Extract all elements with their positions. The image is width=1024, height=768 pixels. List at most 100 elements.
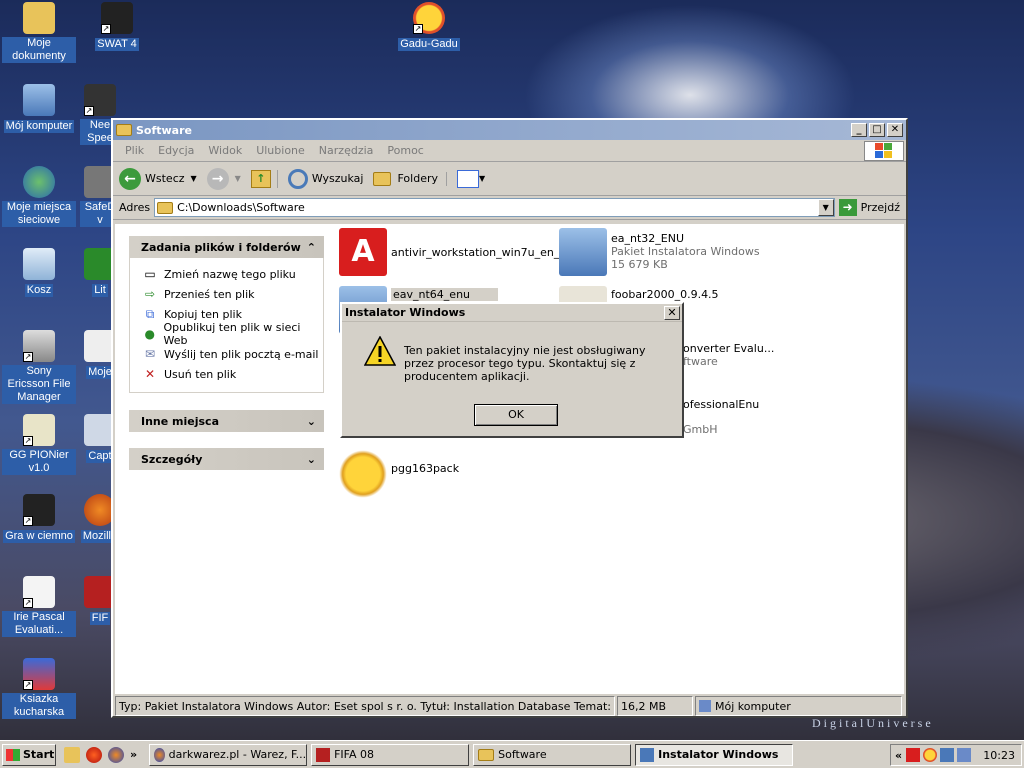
- folders-label: Foldery: [397, 172, 438, 185]
- quick-launch: »: [64, 746, 143, 763]
- desktop-icon-gg-pionier[interactable]: ↗ GG PIONier v1.0: [2, 414, 76, 475]
- search-button[interactable]: Wyszukaj: [287, 168, 364, 189]
- status-bar: Typ: Pakiet Instalatora Windows Autor: E…: [115, 696, 904, 716]
- copy-icon: ⧉: [145, 306, 155, 321]
- firefox-icon: [154, 747, 165, 762]
- other-places-header[interactable]: Inne miejsca ⌄: [129, 410, 324, 432]
- menu-help[interactable]: Pomoc: [387, 144, 423, 157]
- task-label: Zmień nazwę tego pliku: [164, 267, 296, 281]
- folder-up-icon: ↑: [250, 169, 271, 188]
- desktop-icon-label: Sony Ericsson File Manager: [2, 365, 76, 404]
- windows-logo-icon: [6, 748, 20, 761]
- explorer-titlebar[interactable]: Software _ □ ✕: [113, 120, 906, 140]
- delete-x-icon: ✕: [144, 367, 156, 381]
- maximize-button[interactable]: □: [869, 123, 885, 137]
- go-button[interactable]: ➜ Przejdź: [838, 199, 900, 216]
- network-globe-icon: [23, 166, 55, 198]
- gadu-gadu-tray-icon[interactable]: [923, 748, 938, 762]
- task-email[interactable]: ✉ Wyślij ten plik pocztą e-mail: [142, 344, 323, 364]
- desktop-icon-label: Irie Pascal Evaluati...: [2, 611, 76, 637]
- windows-logo-icon: [864, 141, 904, 161]
- file-tasks-title: Zadania plików i folderów: [141, 240, 301, 254]
- search-label: Wyszukaj: [311, 172, 364, 185]
- address-value: C:\Downloads\Software: [177, 201, 305, 214]
- desktop-icon-recycle-bin[interactable]: Kosz: [2, 248, 76, 297]
- dialog-close-button[interactable]: ✕: [664, 305, 680, 320]
- chevron-right-icon[interactable]: »: [130, 748, 137, 761]
- quicklaunch-browser-icon[interactable]: [86, 746, 102, 763]
- search-icon: [287, 168, 308, 189]
- menu-file[interactable]: Plik: [125, 144, 144, 157]
- file-item[interactable]: onverter Evalu... ftware: [683, 342, 774, 368]
- taskbar-task-software[interactable]: Software: [473, 743, 632, 766]
- volume-icon[interactable]: [957, 748, 972, 762]
- file-item[interactable]: ofessionalEnu GmbH: [683, 396, 759, 436]
- expand-icon[interactable]: ⌄: [307, 415, 316, 428]
- file-item[interactable]: ea_nt32_ENU Pakiet Instalatora Windows 1…: [559, 228, 760, 276]
- taskbar-task-firefox[interactable]: darkwarez.pl - Warez, F...: [149, 743, 308, 766]
- address-dropdown-button[interactable]: ▼: [817, 199, 834, 216]
- nfs-icon: ↗: [84, 84, 116, 116]
- folder-icon: [116, 124, 132, 136]
- start-button[interactable]: Start: [2, 743, 56, 766]
- swat-icon: ↗: [101, 2, 133, 34]
- menu-edit[interactable]: Edycja: [158, 144, 194, 157]
- other-places-panel[interactable]: Inne miejsca ⌄: [129, 410, 324, 432]
- status-info: Typ: Pakiet Instalatora Windows Autor: E…: [115, 696, 615, 716]
- views-button[interactable]: ▼: [457, 169, 486, 188]
- desktop-icon-label: SWAT 4: [95, 38, 139, 51]
- close-button[interactable]: ✕: [887, 123, 903, 137]
- task-rename[interactable]: ▭ Zmień nazwę tego pliku: [142, 264, 323, 284]
- collapse-icon[interactable]: ⌃: [307, 241, 316, 254]
- chevron-down-icon[interactable]: ▼: [191, 174, 197, 183]
- desktop-icon-sony-ericsson[interactable]: ↗ Sony Ericsson File Manager: [2, 330, 76, 404]
- menu-favorites[interactable]: Ulubione: [256, 144, 305, 157]
- taskbar-task-fifa[interactable]: FIFA 08: [311, 743, 470, 766]
- file-tasks-header[interactable]: Zadania plików i folderów ⌃: [129, 236, 324, 258]
- fifa-icon: [316, 747, 331, 762]
- details-panel[interactable]: Szczegóły ⌄: [129, 448, 324, 470]
- desktop-icon-gadu-gadu[interactable]: ↗ Gadu-Gadu: [392, 2, 466, 51]
- chevron-left-icon[interactable]: «: [895, 749, 902, 762]
- file-name: foobar2000_0.9.4.5: [611, 288, 719, 301]
- task-delete[interactable]: ✕ Usuń ten plik: [142, 364, 323, 384]
- details-header[interactable]: Szczegóły ⌄: [129, 448, 324, 470]
- avira-icon: A: [339, 228, 387, 276]
- dialog-titlebar[interactable]: Instalator Windows ✕: [342, 304, 682, 322]
- address-input[interactable]: C:\Downloads\Software ▼: [154, 198, 835, 217]
- expand-icon[interactable]: ⌄: [307, 453, 316, 466]
- task-move[interactable]: ⇨ Przenieś ten plik: [142, 284, 323, 304]
- back-button[interactable]: ← Wstecz ▼: [119, 167, 197, 190]
- task-publish-web[interactable]: ● Opublikuj ten plik w sieci Web: [142, 321, 323, 347]
- firefox-icon[interactable]: [108, 746, 124, 763]
- file-item[interactable]: pgg163pack: [339, 450, 459, 498]
- forward-button[interactable]: → ▼: [206, 167, 241, 190]
- minimize-button[interactable]: _: [851, 123, 867, 137]
- avira-tray-icon[interactable]: [906, 748, 921, 762]
- desktop-icon-label: Moje: [86, 366, 114, 379]
- desktop-icon-gra-w-ciemno[interactable]: ↗ Gra w ciemno: [2, 494, 76, 543]
- network-tray-icon[interactable]: [940, 748, 955, 762]
- task-pane: Zadania plików i folderów ⌃ ▭ Zmień nazwę…: [115, 224, 333, 694]
- game-icon: ↗: [23, 494, 55, 526]
- up-folder-button[interactable]: ↑: [250, 169, 278, 188]
- desktop-icon-swat4[interactable]: ↗ SWAT 4: [80, 2, 154, 51]
- menu-view[interactable]: Widok: [208, 144, 242, 157]
- desktop-icon-ksiazka[interactable]: ↗ Ksiazka kucharska: [2, 658, 76, 719]
- folder-icon: [373, 171, 392, 186]
- desktop-icon-label: Capt: [86, 450, 114, 463]
- desktop-icon-my-documents[interactable]: Moje dokumenty: [2, 2, 76, 63]
- desktop-icon-my-computer[interactable]: Mój komputer: [2, 84, 76, 133]
- desktop-icon-network[interactable]: Moje miejsca sieciowe: [2, 166, 76, 227]
- menu-tools[interactable]: Narzędzia: [319, 144, 374, 157]
- ok-button[interactable]: OK: [474, 404, 558, 426]
- taskbar-task-installer[interactable]: Instalator Windows: [635, 743, 794, 766]
- quicklaunch-icon[interactable]: [64, 746, 80, 763]
- chevron-down-icon[interactable]: ▼: [235, 174, 241, 183]
- chevron-down-icon: ▼: [479, 174, 486, 183]
- globe-icon: ●: [144, 327, 155, 341]
- file-item[interactable]: A antivir_workstation_win7u_en_h: [339, 228, 566, 276]
- file-tasks-panel: Zadania plików i folderów ⌃ ▭ Zmień nazwę…: [129, 236, 324, 393]
- folders-button[interactable]: Foldery: [373, 171, 447, 186]
- desktop-icon-irie-pascal[interactable]: ↗ Irie Pascal Evaluati...: [2, 576, 76, 637]
